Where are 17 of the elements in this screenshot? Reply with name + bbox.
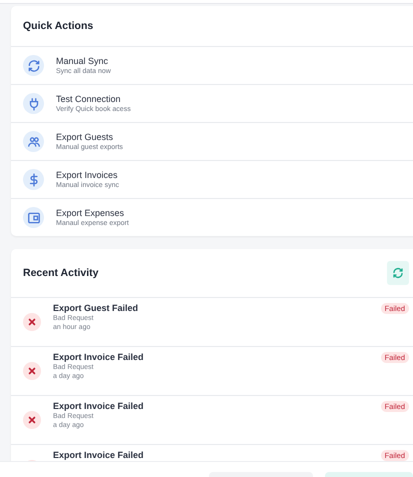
action-label: Export Guests bbox=[56, 132, 114, 142]
action-label: Test Connection bbox=[56, 94, 122, 104]
activity-title: Export Invoice Failed bbox=[53, 401, 145, 411]
action-label: Export Invoices bbox=[56, 170, 119, 180]
activity-title: Export Invoice Failed bbox=[53, 450, 145, 460]
refresh-icon bbox=[392, 267, 404, 279]
activity-title: Export Invoice Failed bbox=[53, 352, 145, 362]
refresh-button[interactable] bbox=[387, 261, 409, 285]
card-title: Quick Actions bbox=[23, 20, 94, 32]
wallet-icon bbox=[26, 210, 40, 224]
action-label: Export Expenses bbox=[56, 208, 126, 218]
sync-icon bbox=[26, 58, 40, 72]
action-label: Manual Sync bbox=[56, 56, 110, 66]
footer-button[interactable] bbox=[325, 472, 413, 477]
users-icon bbox=[26, 134, 40, 148]
activity-title: Export Guest Failed bbox=[53, 303, 140, 313]
card-title: Recent Activity bbox=[23, 267, 98, 279]
